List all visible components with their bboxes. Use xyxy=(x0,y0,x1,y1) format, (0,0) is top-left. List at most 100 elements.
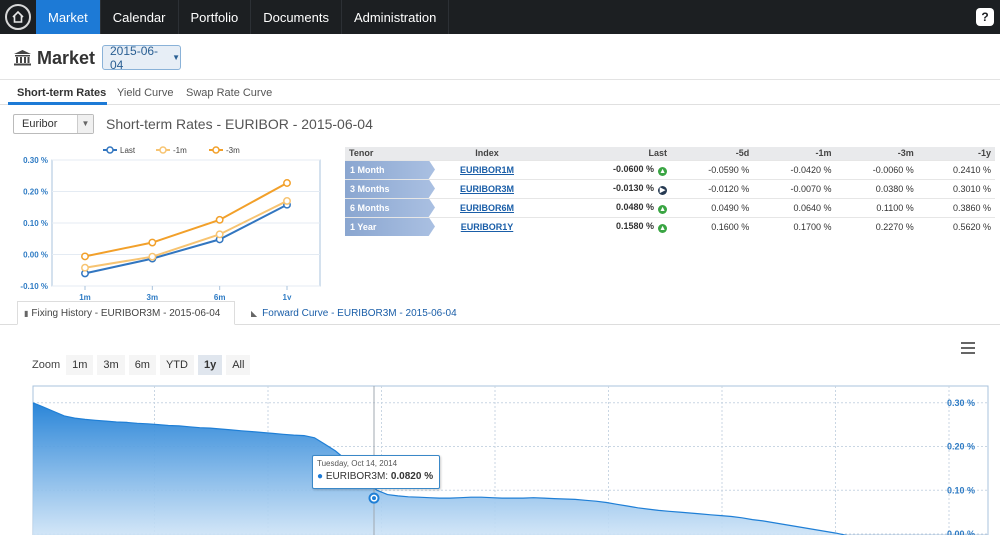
col-header-1m: -1m xyxy=(753,147,836,160)
zoom-ytd-button[interactable]: YTD xyxy=(159,355,194,375)
data-point xyxy=(148,238,157,247)
index-link-cell[interactable]: EURIBOR1M xyxy=(435,159,540,179)
tab-forward-curve[interactable]: ◣ Forward Curve - EURIBOR3M - 2015-06-04 xyxy=(245,301,463,325)
trend-up-icon: ▲ xyxy=(658,204,668,214)
index-link[interactable]: EURIBOR6M xyxy=(460,203,514,213)
tab-fixing-history-label: Fixing History - EURIBOR3M - 2015-06-04 xyxy=(31,307,221,319)
y-tick-label: 0.20 % xyxy=(947,442,975,452)
zoom-1y-button[interactable]: 1y xyxy=(197,355,223,375)
fixing-history-chart[interactable]: 0.30 % 0.20 % 0.10 % 0.00 % xyxy=(0,382,1000,535)
top-nav-bar: Market Calendar Portfolio Documents Admi… xyxy=(0,0,1000,34)
nav-calendar[interactable]: Calendar xyxy=(101,0,179,34)
index-link-cell[interactable]: EURIBOR1Y xyxy=(435,216,540,236)
index-link-cell[interactable]: EURIBOR3M xyxy=(435,178,540,198)
home-icon xyxy=(5,4,31,30)
chevron-down-icon: ▼ xyxy=(172,53,180,62)
change-5d-cell: -0.0120 % xyxy=(671,178,754,198)
change-3m-cell: 0.1100 % xyxy=(835,197,918,217)
x-tick-label: 3m xyxy=(147,293,159,300)
tooltip-date: Tuesday, Oct 14, 2014 xyxy=(317,459,398,468)
last-cell: 0.0480 % ▲ xyxy=(539,197,672,217)
y-tick-label: 0.30 % xyxy=(947,398,975,408)
data-point xyxy=(283,197,291,205)
zoom-label: Zoom xyxy=(32,359,61,371)
index-link[interactable]: EURIBOR1Y xyxy=(461,222,514,232)
table-row: 1 Year EURIBOR1Y 0.1580 % ▲ 0.1600 % 0.1700 %… xyxy=(345,216,995,236)
x-tick-label: 6m xyxy=(214,293,226,300)
col-header-tenor: Tenor xyxy=(345,147,435,160)
trend-flat-icon: ▶ xyxy=(658,185,668,195)
zoom-1m-button[interactable]: 1m xyxy=(66,355,94,375)
zoom-selector: Zoom 1m 3m 6m YTD 1y All xyxy=(32,355,254,375)
main-tabs: Short-term Rates Yield Curve Swap Rate C… xyxy=(0,81,1000,105)
index-link[interactable]: EURIBOR1M xyxy=(460,165,514,175)
col-header-index: Index xyxy=(435,147,540,160)
change-5d-cell: -0.0590 % xyxy=(671,159,754,179)
rates-table: Tenor Index Last -5d -1m -3m -1y 1 Month… xyxy=(345,147,995,236)
zoom-all-button[interactable]: All xyxy=(226,355,251,375)
zoom-3m-button[interactable]: 3m xyxy=(97,355,125,375)
home-button[interactable] xyxy=(0,0,36,34)
last-cell: 0.1580 % ▲ xyxy=(539,216,672,236)
bar-chart-icon: ▮ xyxy=(24,308,29,318)
data-point xyxy=(283,179,291,187)
change-5d-cell: 0.0490 % xyxy=(671,197,754,217)
date-dropdown[interactable]: 2015-06-04 ▼ xyxy=(102,44,181,72)
col-header-3m: -3m xyxy=(835,147,918,160)
help-icon[interactable]: ? xyxy=(976,8,994,26)
last-value: -0.0130 % xyxy=(613,182,655,193)
y-tick-label: 0.20 % xyxy=(23,188,48,197)
data-point xyxy=(148,252,157,261)
y-tick-label: 0.00 % xyxy=(947,529,975,535)
last-cell: -0.0130 % ▶ xyxy=(539,178,672,198)
data-point xyxy=(215,230,224,239)
tenor-cell: 3 Months xyxy=(345,179,435,198)
nav-administration[interactable]: Administration xyxy=(342,0,450,34)
change-3m-cell: 0.2270 % xyxy=(835,216,918,236)
trend-up-icon: ▲ xyxy=(658,166,668,176)
table-row: 6 Months EURIBOR6M 0.0480 % ▲ 0.0490 % 0.0640… xyxy=(345,197,995,217)
legend-label: Last xyxy=(120,146,136,155)
table-header-row: Tenor Index Last -5d -1m -3m -1y xyxy=(345,147,995,160)
y-tick-label: 0.10 % xyxy=(947,485,975,495)
tenor-cell: 6 Months xyxy=(345,198,435,217)
last-value: -0.0600 % xyxy=(613,163,655,174)
change-1y-cell: 0.3010 % xyxy=(917,178,995,198)
tab-yield-curve[interactable]: Yield Curve xyxy=(117,87,173,99)
table-row: 1 Month EURIBOR1M -0.0600 % ▲ -0.0590 % -0.04… xyxy=(345,159,995,179)
change-3m-cell: -0.0060 % xyxy=(835,159,918,179)
chart-tooltip: Tuesday, Oct 14, 2014 ● EURIBOR3M: 0.082… xyxy=(312,455,440,489)
y-tick-label: 0.10 % xyxy=(23,219,48,228)
zoom-6m-button[interactable]: 6m xyxy=(128,355,156,375)
index-link-cell[interactable]: EURIBOR6M xyxy=(435,197,540,217)
chart-menu-icon[interactable] xyxy=(961,342,975,354)
change-1m-cell: 0.0640 % xyxy=(753,197,836,217)
tab-short-term-rates[interactable]: Short-term Rates xyxy=(17,87,106,99)
short-term-rates-chart: 0.30 % 0.20 % 0.10 % 0.00 % -0.10 % 1m 3m 6m 1y L… xyxy=(20,146,321,300)
change-1m-cell: -0.0070 % xyxy=(753,178,836,198)
tab-forward-curve-label: Forward Curve - EURIBOR3M - 2015-06-04 xyxy=(262,307,457,319)
trend-up-icon: ▲ xyxy=(658,223,668,233)
legend-marker xyxy=(212,146,220,154)
data-point xyxy=(215,215,224,224)
rate-selector[interactable]: Euribor ▼ xyxy=(13,114,94,134)
nav-documents[interactable]: Documents xyxy=(251,0,342,34)
legend-marker xyxy=(106,146,114,154)
legend-label: -3m xyxy=(226,146,240,155)
tab-fixing-history[interactable]: ▮ Fixing History - EURIBOR3M - 2015-06-0… xyxy=(17,301,235,325)
highlight-point-center xyxy=(372,496,376,501)
bank-icon xyxy=(14,50,31,71)
area-chart-icon: ◣ xyxy=(251,308,258,318)
tenor-cell: 1 Year xyxy=(345,217,435,236)
legend-marker xyxy=(159,146,167,154)
page-title: Market xyxy=(37,48,96,68)
page-header: Market 2015-06-04 ▼ xyxy=(0,34,1000,80)
index-link[interactable]: EURIBOR3M xyxy=(460,184,514,194)
tab-swap-rate-curve[interactable]: Swap Rate Curve xyxy=(186,87,272,99)
nav-market[interactable]: Market xyxy=(36,0,101,34)
nav-portfolio[interactable]: Portfolio xyxy=(179,0,252,34)
y-tick-label: -0.10 % xyxy=(20,282,48,291)
change-1y-cell: 0.5620 % xyxy=(917,216,995,236)
last-value: 0.0480 % xyxy=(616,201,655,212)
tenor-cell: 1 Month xyxy=(345,160,435,179)
